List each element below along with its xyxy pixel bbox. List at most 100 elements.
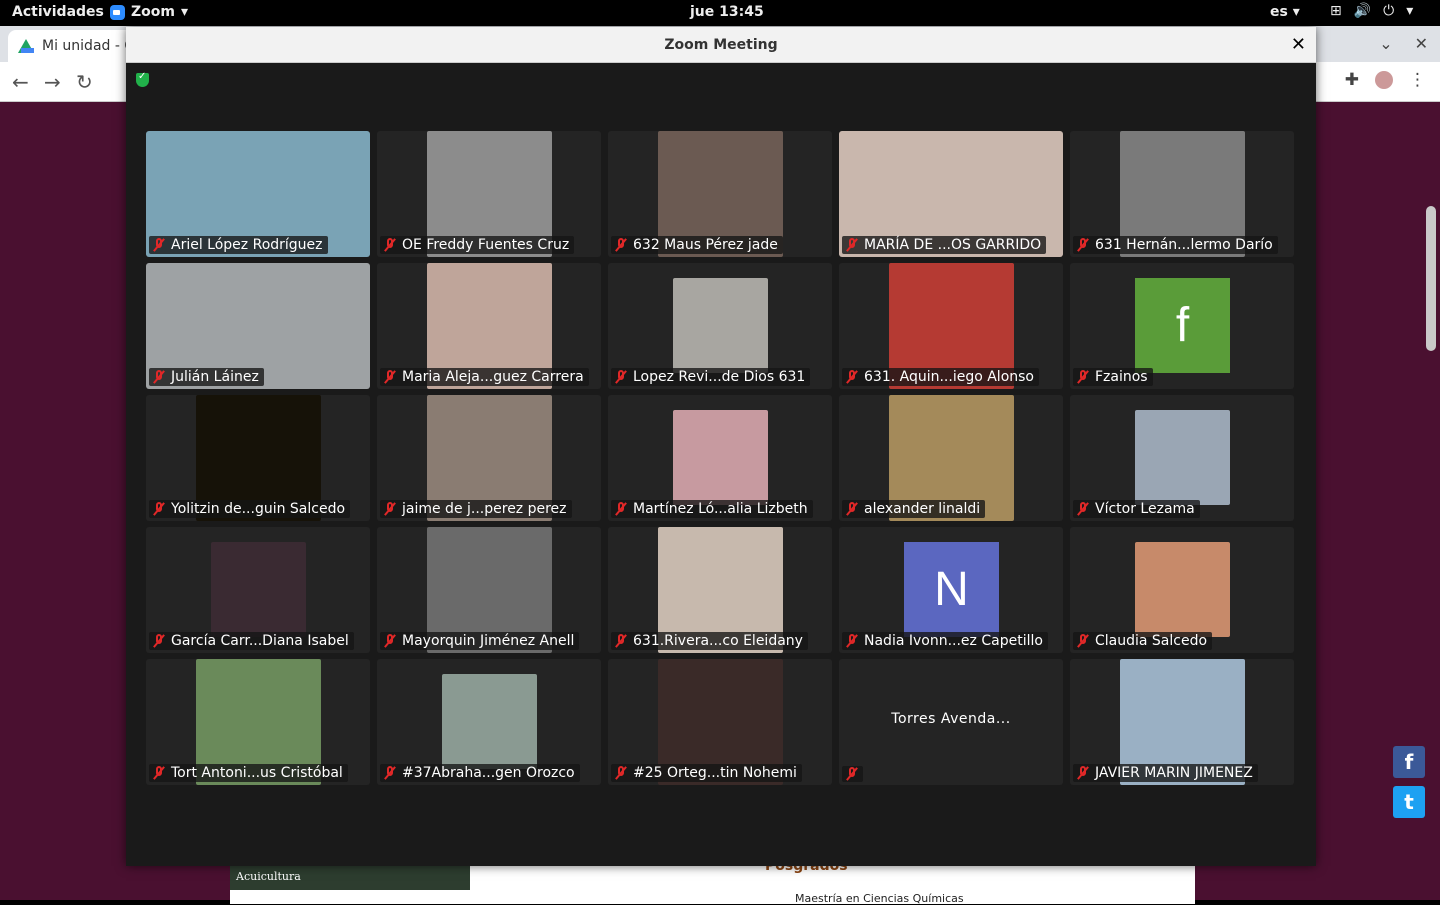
participant-tile[interactable]: MARÍA DE ...OS GARRIDO: [839, 131, 1063, 257]
participant-tile[interactable]: 632 Maus Pérez jade: [608, 131, 832, 257]
window-controls: ⌄ ✕: [1379, 34, 1428, 53]
participant-label: JAVIER MARIN JIMENEZ: [1073, 764, 1258, 782]
muted-mic-icon: [615, 766, 627, 780]
muted-mic-icon: [153, 370, 165, 384]
zoom-app-icon: [110, 4, 125, 20]
gallery-view: Ariel López Rodríguez OE Freddy Fuentes C…: [146, 131, 1295, 785]
muted-mic-icon: [384, 370, 396, 384]
muted-mic-icon: [1077, 238, 1089, 252]
participant-label: MARÍA DE ...OS GARRIDO: [842, 236, 1047, 254]
participant-label: [842, 766, 863, 782]
participant-name: jaime de j...perez perez: [402, 501, 567, 517]
muted-mic-icon: [615, 370, 627, 384]
facebook-icon[interactable]: f: [1393, 746, 1425, 778]
muted-mic-icon: [846, 767, 858, 781]
back-icon[interactable]: ←: [12, 70, 29, 94]
participant-video: [673, 278, 768, 373]
participant-name: Ariel López Rodríguez: [171, 237, 323, 253]
zoom-meeting-window: Zoom Meeting ✕ Ariel López Rodríguez OE F…: [126, 27, 1316, 866]
participant-name: Maria Aleja...guez Carrera: [402, 369, 584, 385]
participant-label: Maria Aleja...guez Carrera: [380, 368, 589, 386]
participant-tile[interactable]: #25 Orteg...tin Nohemi: [608, 659, 832, 785]
participant-video: [1135, 410, 1230, 505]
chevron-down-icon: ▾: [1406, 3, 1414, 19]
participant-name: 631.Rivera...co Eleidany: [633, 633, 803, 649]
tab-search-icon[interactable]: ⌄: [1379, 34, 1392, 53]
participant-tile[interactable]: #37Abraha...gen Orozco: [377, 659, 601, 785]
participant-tile[interactable]: Ariel López Rodríguez: [146, 131, 370, 257]
participant-label: Martínez Ló...alia Lizbeth: [611, 500, 813, 518]
participant-label: Fzainos: [1073, 368, 1153, 386]
muted-mic-icon: [615, 238, 627, 252]
participant-label: #25 Orteg...tin Nohemi: [611, 764, 802, 782]
participant-label: García Carr...Diana Isabel: [149, 632, 354, 650]
participant-label: Ariel López Rodríguez: [149, 236, 328, 254]
scrollbar[interactable]: [1426, 206, 1436, 351]
participant-name: García Carr...Diana Isabel: [171, 633, 349, 649]
list-item[interactable]: Maestría en Ciencias Químicas: [795, 892, 964, 905]
participant-tile[interactable]: 631 Hernán...lermo Darío: [1070, 131, 1294, 257]
participant-name: Fzainos: [1095, 369, 1148, 385]
forward-icon[interactable]: →: [44, 70, 61, 94]
close-icon[interactable]: ✕: [1415, 34, 1428, 53]
muted-mic-icon: [846, 370, 858, 384]
participant-tile[interactable]: f Fzainos: [1070, 263, 1294, 389]
participant-tile[interactable]: Claudia Salcedo: [1070, 527, 1294, 653]
participant-tile[interactable]: Yolitzin de...guin Salcedo: [146, 395, 370, 521]
puzzle-icon[interactable]: ✚: [1345, 70, 1359, 90]
participant-tile[interactable]: Víctor Lezama: [1070, 395, 1294, 521]
participant-tile[interactable]: Torres Avenda...: [839, 659, 1063, 785]
menu-icon[interactable]: ⋮: [1409, 70, 1426, 90]
muted-mic-icon: [615, 634, 627, 648]
participant-label: Yolitzin de...guin Salcedo: [149, 500, 351, 518]
participant-tile[interactable]: jaime de j...perez perez: [377, 395, 601, 521]
participant-tile[interactable]: OE Freddy Fuentes Cruz: [377, 131, 601, 257]
participant-tile[interactable]: Julián Láinez: [146, 263, 370, 389]
muted-mic-icon: [153, 634, 165, 648]
avatar: N: [904, 542, 999, 637]
activities-button[interactable]: Actividades: [12, 4, 104, 20]
twitter-icon[interactable]: t: [1393, 786, 1425, 818]
chevron-down-icon: ▾: [180, 4, 189, 20]
participant-label: 631.Rivera...co Eleidany: [611, 632, 808, 650]
participant-tile[interactable]: Maria Aleja...guez Carrera: [377, 263, 601, 389]
reload-icon[interactable]: ↻: [76, 70, 93, 94]
browser-tab-title: Mi unidad - G: [42, 38, 136, 54]
system-status-menu[interactable]: ⊞ 🔊 ⏻ ▾: [1330, 3, 1413, 19]
participant-tile[interactable]: JAVIER MARIN JIMENEZ: [1070, 659, 1294, 785]
participant-tile[interactable]: Mayorquin Jiménez Anell: [377, 527, 601, 653]
participant-tile[interactable]: Tort Antoni...us Cristóbal: [146, 659, 370, 785]
encryption-shield-icon[interactable]: [136, 71, 149, 87]
participant-tile[interactable]: N Nadia Ivonn...ez Capetillo: [839, 527, 1063, 653]
muted-mic-icon: [846, 238, 858, 252]
participant-name: Julián Láinez: [171, 369, 259, 385]
participant-tile[interactable]: 631.Rivera...co Eleidany: [608, 527, 832, 653]
network-icon: ⊞: [1330, 3, 1342, 19]
app-menu[interactable]: Zoom ▾: [110, 4, 188, 20]
muted-mic-icon: [384, 766, 396, 780]
app-menu-label: Zoom: [131, 4, 175, 20]
participant-label: 631 Hernán...lermo Darío: [1073, 236, 1278, 254]
muted-mic-icon: [615, 502, 627, 516]
participant-label: Tort Antoni...us Cristóbal: [149, 764, 348, 782]
participant-name: Yolitzin de...guin Salcedo: [171, 501, 346, 517]
clock[interactable]: jue 13:45: [690, 4, 764, 20]
participant-tile[interactable]: 631. Aquin...iego Alonso: [839, 263, 1063, 389]
muted-mic-icon: [153, 502, 165, 516]
muted-mic-icon: [1077, 766, 1089, 780]
muted-mic-icon: [153, 238, 165, 252]
system-top-bar: Actividades Zoom ▾ jue 13:45 es ▾ ⊞ 🔊 ⏻ …: [0, 0, 1440, 26]
sidebar-item-acuicultura[interactable]: Acuicultura: [230, 864, 470, 890]
muted-mic-icon: [1077, 370, 1089, 384]
language-selector[interactable]: es ▾: [1270, 4, 1300, 20]
participant-tile[interactable]: Martínez Ló...alia Lizbeth: [608, 395, 832, 521]
muted-mic-icon: [1077, 502, 1089, 516]
participant-label: Claudia Salcedo: [1073, 632, 1213, 650]
avatar[interactable]: [1375, 71, 1393, 89]
close-icon[interactable]: ✕: [1291, 27, 1306, 63]
participant-tile[interactable]: García Carr...Diana Isabel: [146, 527, 370, 653]
participant-tile[interactable]: Lopez Revi...de Dios 631: [608, 263, 832, 389]
participant-label: alexander linaldi: [842, 500, 986, 518]
participant-tile[interactable]: alexander linaldi: [839, 395, 1063, 521]
muted-mic-icon: [384, 502, 396, 516]
